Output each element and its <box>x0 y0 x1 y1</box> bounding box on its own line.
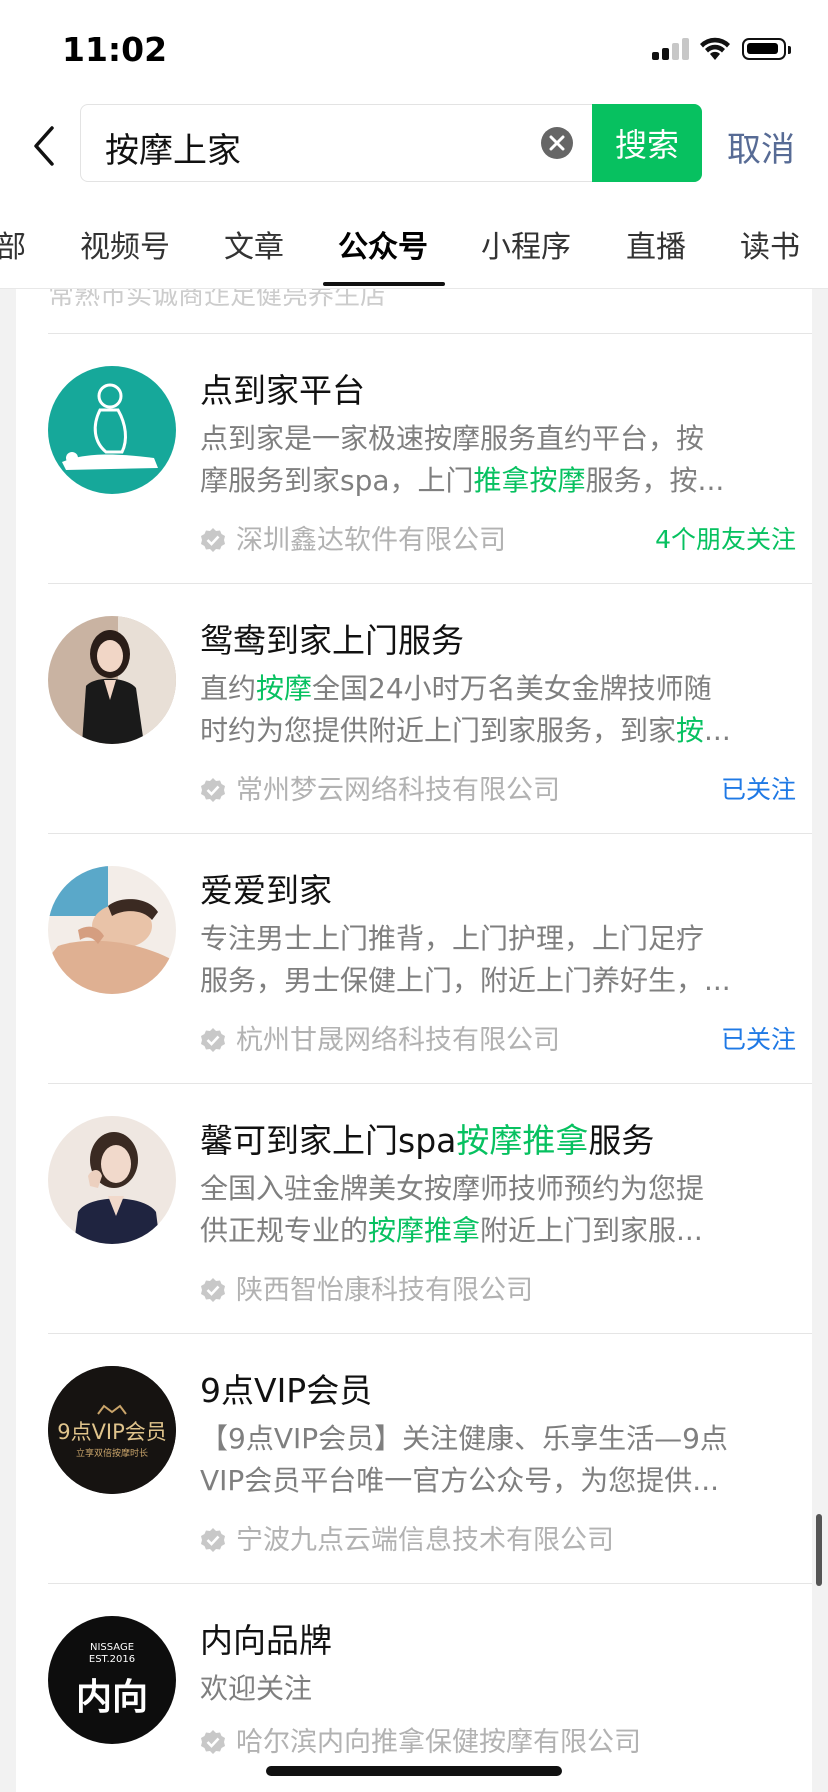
massage-logo-icon <box>48 366 176 494</box>
account-name: 鸳鸯到家上门服务 <box>200 621 464 660</box>
account-avatar: 9点VIP会员 立享双倍按摩时长 <box>48 1366 176 1494</box>
brand-logo-subtext: NISSAGE EST.2016 <box>88 1642 136 1665</box>
account-avatar <box>48 366 176 494</box>
search-query[interactable]: 按摩上家 <box>105 123 241 172</box>
vip-logo-subtext: 立享双倍按摩时长 <box>75 1449 148 1459</box>
verified-icon <box>201 1730 225 1754</box>
category-tabs: 部 视频号 文章 公众号 小程序 直播 读书 <box>0 212 828 289</box>
account-owner: 常州梦云网络科技有限公司 <box>200 768 560 807</box>
clipped-owner: 常熟市实诚商迮足健亮养生店 <box>48 289 387 311</box>
tab-live[interactable]: 直播 <box>626 222 686 266</box>
battery-icon <box>742 38 791 60</box>
result-item[interactable]: 馨可到家上门spa按摩推拿服务 全国入驻金牌美女按摩师技师预约为您提 供正规专业… <box>48 1084 812 1334</box>
tab-channels[interactable]: 视频号 <box>80 222 170 266</box>
results-list: 常熟市实诚商迮足健亮养生店 点到家平台 点到家是一家极速按摩服务直约平台，按 摩… <box>16 289 812 1792</box>
status-time: 11:02 <box>62 30 168 69</box>
tab-official-accounts[interactable]: 公众号 <box>338 222 428 266</box>
account-name: 点到家平台 <box>200 371 365 410</box>
account-owner: 深圳鑫达软件有限公司 <box>200 518 506 557</box>
clear-search-icon[interactable] <box>541 127 573 159</box>
account-name: 馨可到家上门spa按摩推拿服务 <box>200 1121 655 1160</box>
verified-icon <box>201 528 225 552</box>
scrollbar[interactable] <box>816 1514 822 1586</box>
account-name: 9点VIP会员 <box>200 1371 373 1410</box>
verified-icon <box>201 778 225 802</box>
account-avatar: NISSAGE EST.2016 内向 <box>48 1616 176 1744</box>
account-owner: 陕西智怡康科技有限公司 <box>200 1268 533 1307</box>
verified-icon <box>201 1528 225 1552</box>
page-margin-left <box>0 289 16 1792</box>
tab-all[interactable]: 部 <box>0 222 26 266</box>
account-owner: 宁波九点云端信息技术有限公司 <box>200 1518 614 1557</box>
status-bar: 11:02 <box>0 0 828 100</box>
result-item[interactable]: 爱爱到家 专注男士上门推背，上门护理，上门足疗 服务，男士保健上门，附近上门养好… <box>48 834 812 1084</box>
account-avatar <box>48 616 176 744</box>
result-item[interactable]: NISSAGE EST.2016 内向 内向品牌 欢迎关注 哈尔滨内向推拿保健按… <box>48 1584 812 1792</box>
search-button[interactable]: 搜索 <box>592 104 702 182</box>
account-description: 欢迎关注 <box>200 1672 313 1705</box>
account-avatar <box>48 866 176 994</box>
account-description: 【9点VIP会员】关注健康、乐享生活—9点 VIP会员平台唯一官方公众号，为您提… <box>200 1422 728 1497</box>
cellular-signal-icon <box>652 38 689 60</box>
result-item[interactable]: 9点VIP会员 立享双倍按摩时长 9点VIP会员 【9点VIP会员】关注健康、乐… <box>48 1334 812 1584</box>
active-tab-indicator <box>323 282 445 286</box>
followed-status: 已关注 <box>720 775 796 804</box>
vip-logo-text: 9点VIP会员 <box>57 1420 167 1444</box>
account-description: 专注男士上门推背，上门护理，上门足疗 服务，男士保健上门，附近上门养好生，... <box>200 922 731 997</box>
account-name: 爱爱到家 <box>200 871 332 910</box>
brand-logo-text: 内向 <box>75 1677 148 1718</box>
account-owner: 杭州甘晟网络科技有限公司 <box>200 1018 560 1057</box>
friends-following-count: 4个朋友关注 <box>655 525 796 554</box>
account-name: 内向品牌 <box>200 1621 332 1660</box>
account-avatar <box>48 1116 176 1244</box>
result-item[interactable]: 鸳鸯到家上门服务 直约按摩全国24小时万名美女金牌技师随 时约为您提供附近上门到… <box>48 584 812 834</box>
wifi-icon <box>700 37 730 60</box>
verified-icon <box>201 1278 225 1302</box>
tab-articles[interactable]: 文章 <box>224 222 284 266</box>
account-owner: 哈尔滨内向推拿保健按摩有限公司 <box>200 1720 641 1759</box>
account-description: 直约按摩全国24小时万名美女金牌技师随 时约为您提供附近上门到家服务，到家按..… <box>200 672 731 747</box>
account-description: 全国入驻金牌美女按摩师技师预约为您提 供正规专业的按摩推拿附近上门到家服... <box>200 1172 705 1247</box>
tab-mini-programs[interactable]: 小程序 <box>481 222 571 266</box>
cancel-button[interactable]: 取消 <box>727 122 795 171</box>
home-indicator[interactable] <box>266 1766 562 1776</box>
back-arrow-icon[interactable] <box>30 124 60 168</box>
followed-status: 已关注 <box>720 1025 796 1054</box>
verified-icon <box>201 1028 225 1052</box>
account-description: 点到家是一家极速按摩服务直约平台，按 摩服务到家spa，上门推拿按摩服务，按..… <box>200 422 725 497</box>
result-item[interactable]: 点到家平台 点到家是一家极速按摩服务直约平台，按 摩服务到家spa，上门推拿按摩… <box>48 334 812 584</box>
tab-reading[interactable]: 读书 <box>740 222 800 266</box>
